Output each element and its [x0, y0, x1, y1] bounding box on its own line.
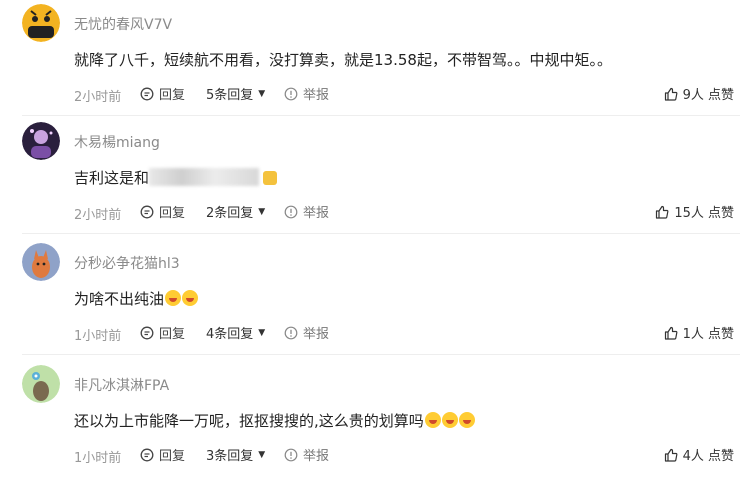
laughing-emoji-icon	[165, 290, 182, 306]
avatar[interactable]	[22, 4, 60, 42]
reply-button[interactable]: 回复	[140, 202, 185, 221]
comment-text: 吉利这是和	[74, 167, 278, 188]
replies-count: 3条回复	[206, 449, 254, 464]
report-label: 举报	[303, 327, 330, 342]
comment-text: 为啥不出纯油	[74, 288, 199, 309]
view-replies-button[interactable]: 3条回复 ▼	[206, 445, 265, 464]
view-replies-button[interactable]: 5条回复 ▼	[206, 84, 265, 103]
comment-item: 非凡冰淇淋FPA 还以为上市能降一万呢，抠抠搜搜的,这么贵的划算吗 1小时前 回…	[0, 365, 750, 477]
reply-button[interactable]: 回复	[140, 84, 185, 103]
likes-count: 4人 点赞	[682, 449, 734, 464]
report-button[interactable]: 举报	[284, 445, 329, 464]
report-alert-icon	[284, 448, 298, 461]
comment-text: 还以为上市能降一万呢，抠抠搜搜的,这么贵的划算吗	[74, 410, 475, 431]
reply-label: 回复	[159, 206, 186, 221]
reply-bubble-icon	[140, 87, 154, 100]
thumbs-up-icon	[664, 448, 678, 462]
replies-count: 5条回复	[206, 88, 254, 103]
username[interactable]: 木易楊miang	[74, 132, 160, 152]
report-button[interactable]: 举报	[284, 202, 329, 221]
report-alert-icon	[284, 326, 298, 339]
beer-emoji-icon	[263, 171, 278, 185]
thumbs-up-icon	[664, 326, 678, 340]
report-button[interactable]: 举报	[284, 84, 329, 103]
comment-text: 就降了八千，短续航不用看，没打算卖，就是13.58起，不带智驾。。中规中矩。。	[74, 51, 612, 69]
likes-count: 1人 点赞	[682, 327, 734, 342]
likes-count: 15人 点赞	[674, 206, 734, 221]
timestamp: 1小时前	[74, 329, 122, 344]
reply-bubble-icon	[140, 205, 154, 218]
like-button[interactable]: 4人 点赞	[664, 445, 734, 464]
report-button[interactable]: 举报	[284, 323, 329, 342]
comment-actions: 2小时前 回复 5条回复 ▼ 举报 9人 点赞	[74, 84, 734, 105]
report-label: 举报	[303, 206, 330, 221]
likes-count: 9人 点赞	[682, 88, 734, 103]
laughing-emoji-icon	[182, 290, 199, 306]
reply-bubble-icon	[140, 448, 154, 461]
comment-actions: 1小时前 回复 4条回复 ▼ 举报 1人 点赞	[74, 323, 734, 344]
timestamp: 2小时前	[74, 208, 122, 223]
caret-down-icon: ▼	[258, 206, 266, 217]
laughing-emoji-icon	[441, 412, 458, 428]
divider	[22, 115, 740, 116]
report-label: 举报	[303, 88, 330, 103]
report-label: 举报	[303, 449, 330, 464]
caret-down-icon: ▼	[258, 449, 266, 460]
reply-bubble-icon	[140, 326, 154, 339]
avatar[interactable]	[22, 122, 60, 160]
replies-count: 2条回复	[206, 206, 254, 221]
caret-down-icon: ▼	[258, 88, 266, 99]
like-button[interactable]: 15人 点赞	[655, 202, 734, 221]
comment-actions: 2小时前 回复 2条回复 ▼ 举报 15人 点赞	[74, 202, 734, 223]
avatar[interactable]	[22, 243, 60, 281]
view-replies-button[interactable]: 2条回复 ▼	[206, 202, 265, 221]
comment-item: 分秒必争花猫hl3 为啥不出纯油 1小时前 回复 4条回复 ▼ 举报 1人 点赞	[0, 243, 750, 355]
username[interactable]: 无忧的春风V7V	[74, 14, 172, 34]
comment-item: 木易楊miang 吉利这是和 2小时前 回复 2条回复 ▼ 举报 15人 点赞	[0, 122, 750, 234]
reply-label: 回复	[159, 449, 186, 464]
blurred-text	[149, 168, 260, 186]
like-button[interactable]: 1人 点赞	[664, 323, 734, 342]
username[interactable]: 分秒必争花猫hl3	[74, 253, 180, 273]
comment-actions: 1小时前 回复 3条回复 ▼ 举报 4人 点赞	[74, 445, 734, 466]
reply-label: 回复	[159, 88, 186, 103]
timestamp: 2小时前	[74, 90, 122, 105]
timestamp: 1小时前	[74, 451, 122, 466]
username[interactable]: 非凡冰淇淋FPA	[74, 375, 169, 395]
caret-down-icon: ▼	[258, 327, 266, 338]
report-alert-icon	[284, 87, 298, 100]
thumbs-up-icon	[656, 205, 669, 219]
reply-label: 回复	[159, 327, 186, 342]
like-button[interactable]: 9人 点赞	[664, 84, 734, 103]
report-alert-icon	[284, 205, 298, 218]
view-replies-button[interactable]: 4条回复 ▼	[206, 323, 265, 342]
laughing-emoji-icon	[424, 412, 441, 428]
thumbs-up-icon	[664, 87, 678, 101]
laughing-emoji-icon	[458, 412, 475, 428]
reply-button[interactable]: 回复	[140, 445, 185, 464]
divider	[22, 354, 740, 355]
reply-button[interactable]: 回复	[140, 323, 185, 342]
replies-count: 4条回复	[206, 327, 254, 342]
avatar[interactable]	[22, 365, 60, 403]
divider	[22, 233, 740, 234]
comment-item: 无忧的春风V7V 就降了八千，短续航不用看，没打算卖，就是13.58起，不带智驾…	[0, 4, 750, 116]
